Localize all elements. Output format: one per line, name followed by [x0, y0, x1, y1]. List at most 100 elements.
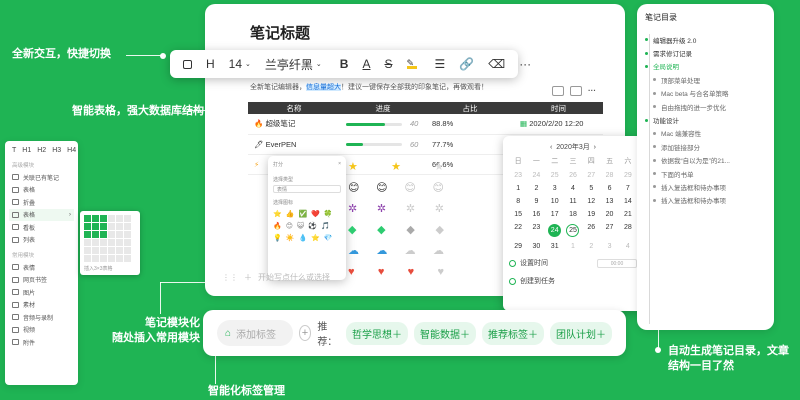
- highlight-icon[interactable]: ✎: [400, 50, 424, 78]
- calendar-day[interactable]: 23: [509, 172, 527, 179]
- table-size-grid[interactable]: [84, 215, 136, 262]
- table-size-cell[interactable]: [84, 223, 91, 230]
- table-size-cell[interactable]: [124, 215, 131, 222]
- table-size-cell[interactable]: [100, 223, 107, 230]
- calendar-day[interactable]: 25: [546, 172, 564, 179]
- module-item[interactable]: 图片: [9, 286, 74, 299]
- suggested-tag[interactable]: 哲学思想＋: [346, 321, 408, 345]
- table-size-cell[interactable]: [124, 247, 131, 254]
- module-item[interactable]: 表情: [9, 261, 74, 274]
- toc-item[interactable]: 下面的书单: [645, 167, 766, 180]
- calendar-day[interactable]: 26: [564, 172, 582, 179]
- calendar-day[interactable]: 26: [582, 224, 600, 237]
- smiley-row[interactable]: 😊 😊 😊 😊: [348, 177, 444, 198]
- table-size-cell[interactable]: [124, 239, 131, 246]
- table-cell[interactable]: 88.8%: [426, 114, 514, 135]
- link-icon[interactable]: 🔗: [452, 50, 481, 78]
- underline-button[interactable]: A: [355, 50, 377, 78]
- table-size-cell[interactable]: [100, 247, 107, 254]
- table-size-cell[interactable]: [92, 215, 99, 222]
- more-icon[interactable]: ···: [512, 50, 538, 78]
- icon-row[interactable]: 🔥 😊 😺 ⚽ 🎵: [273, 222, 341, 230]
- toc-item[interactable]: 全局说明: [645, 60, 766, 73]
- diamond-row[interactable]: ◆ ◆ ◆ ◆: [348, 219, 444, 240]
- calendar-day[interactable]: 25: [566, 224, 580, 237]
- set-time-option[interactable]: 设置时间 00:00: [509, 258, 637, 268]
- module-item[interactable]: 音频与录制: [9, 311, 74, 324]
- calendar-day[interactable]: 1: [509, 185, 527, 192]
- new-line-placeholder[interactable]: 开始写点什么或选择: [258, 272, 330, 283]
- toc-item[interactable]: 插入复选框和待办事项: [645, 194, 766, 207]
- table-size-cell[interactable]: [116, 231, 123, 238]
- table-cell[interactable]: 超级笔记: [265, 119, 295, 128]
- layout-icon[interactable]: [570, 86, 582, 96]
- table-size-cell[interactable]: [116, 223, 123, 230]
- icon-row[interactable]: 💡 ☀️ 💧 ⭐ 💎: [273, 234, 341, 242]
- progress-bar[interactable]: [346, 143, 402, 147]
- calendar-day[interactable]: 27: [582, 172, 600, 179]
- calendar-day[interactable]: 20: [600, 211, 618, 218]
- suggested-tag[interactable]: 推荐标签＋: [482, 321, 544, 345]
- table-size-cell[interactable]: [124, 231, 131, 238]
- table-size-cell[interactable]: [116, 255, 123, 262]
- toc-item[interactable]: 需求修订记录: [645, 46, 766, 59]
- progress-bar[interactable]: [346, 122, 402, 126]
- calendar-day[interactable]: 14: [619, 198, 637, 205]
- table-size-cell[interactable]: [108, 239, 115, 246]
- table-size-cell[interactable]: [92, 239, 99, 246]
- calendar-day[interactable]: 1: [564, 243, 582, 250]
- toc-item[interactable]: Mac beta 与合名单策略: [645, 87, 766, 100]
- calendar-day[interactable]: 5: [582, 185, 600, 192]
- copy-icon[interactable]: [176, 50, 199, 78]
- table-size-cell[interactable]: [84, 247, 91, 254]
- calendar-day[interactable]: 16: [527, 211, 545, 218]
- note-title[interactable]: 笔记标题: [250, 22, 310, 43]
- table-size-picker[interactable]: 插入3×3表格: [80, 211, 140, 275]
- toc-item[interactable]: 自由拖拽的进一步优化: [645, 100, 766, 113]
- drag-handle-icon[interactable]: ⋮⋮: [222, 273, 238, 282]
- icon-row[interactable]: ⭐ 👍 ✅ ❤️ 🍀: [273, 210, 341, 218]
- calendar-day[interactable]: 9: [527, 198, 545, 205]
- calendar-day[interactable]: 7: [619, 185, 637, 192]
- table-row[interactable]: 🔥 超级笔记 40 88.8% ▦ 2020/2/20 12:20: [248, 114, 603, 135]
- toc-item[interactable]: 编辑器升级 2.0: [645, 33, 766, 46]
- font-family-select[interactable]: 兰亭纤黑 ⌄: [258, 50, 329, 78]
- toc-item[interactable]: 插入复选框和待办事项: [645, 180, 766, 193]
- style-select[interactable]: 表情: [273, 185, 341, 193]
- calendar-day[interactable]: 18: [564, 211, 582, 218]
- cloud-row[interactable]: ☁ ☁ ☁ ☁: [348, 240, 444, 261]
- table-size-cell[interactable]: [92, 247, 99, 254]
- heading-button[interactable]: H: [199, 50, 222, 78]
- table-size-cell[interactable]: [84, 239, 91, 246]
- table-size-cell[interactable]: [100, 255, 107, 262]
- calendar-day[interactable]: 23: [527, 224, 545, 237]
- toc-item[interactable]: 添加链接部分: [645, 140, 766, 153]
- table-cell[interactable]: 2020/2/20 12:20: [529, 119, 583, 128]
- new-line-row[interactable]: ⋮⋮ ＋ 开始写点什么或选择: [222, 272, 330, 283]
- close-icon[interactable]: ×: [338, 161, 341, 168]
- calendar-day[interactable]: 6: [600, 185, 618, 192]
- prev-month-icon[interactable]: ‹: [550, 144, 552, 151]
- toc-item[interactable]: 顶部菜单处理: [645, 73, 766, 86]
- calendar-day[interactable]: 17: [546, 211, 564, 218]
- table-size-cell[interactable]: [108, 255, 115, 262]
- table-cell[interactable]: EverPEN: [266, 140, 297, 149]
- heading-option[interactable]: H2: [37, 147, 46, 154]
- calendar-day[interactable]: 24: [527, 172, 545, 179]
- table-size-cell[interactable]: [108, 223, 115, 230]
- heading-option[interactable]: H3: [52, 147, 61, 154]
- module-item[interactable]: 表格 ›: [9, 208, 74, 221]
- table-size-cell[interactable]: [108, 247, 115, 254]
- heart-row[interactable]: ♥ ♥ ♥ ♥: [348, 261, 444, 282]
- calendar-day[interactable]: 2: [527, 185, 545, 192]
- table-size-cell[interactable]: [100, 215, 107, 222]
- calendar-day[interactable]: 10: [546, 198, 564, 205]
- table-size-cell[interactable]: [92, 255, 99, 262]
- bold-button[interactable]: B: [333, 50, 356, 78]
- table-size-cell[interactable]: [92, 223, 99, 230]
- table-size-cell[interactable]: [92, 231, 99, 238]
- calendar-day[interactable]: 27: [600, 224, 618, 237]
- calendar-day[interactable]: 28: [619, 224, 637, 237]
- bug-row[interactable]: ✲ ✲ ✲ ✲: [348, 198, 444, 219]
- tag-input[interactable]: ⌂ 添加标签: [217, 320, 293, 346]
